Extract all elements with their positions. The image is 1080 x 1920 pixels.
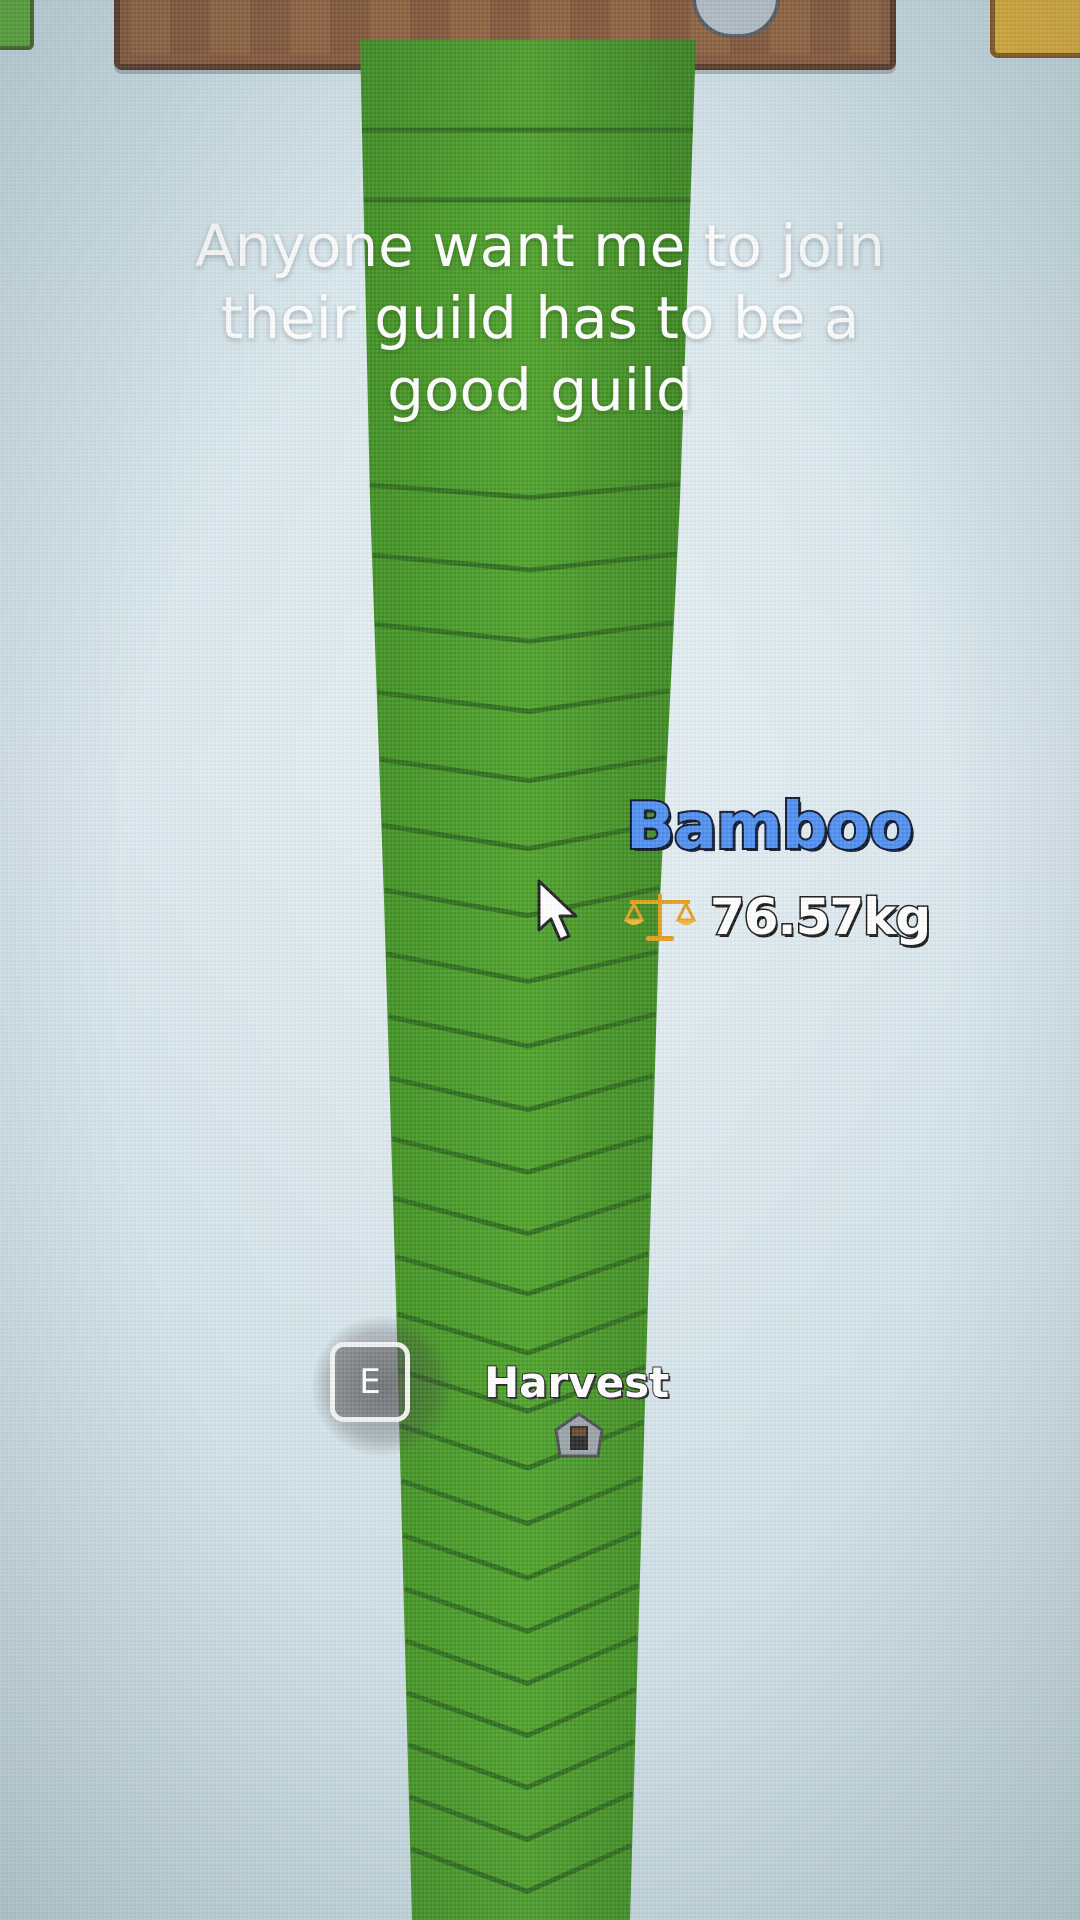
- item-label: Bamboo 76.57kg: [623, 788, 933, 948]
- weight-value: 76.57kg: [708, 887, 932, 948]
- basket-icon: [554, 1412, 604, 1458]
- key-e-button[interactable]: E: [330, 1342, 410, 1422]
- scale-icon: [623, 894, 697, 941]
- weight-row: 76.57kg: [620, 887, 933, 948]
- harvest-prompt-label[interactable]: Harvest: [483, 1357, 670, 1408]
- item-name: Bamboo: [624, 788, 915, 866]
- video-caption: Anyone want me to join their guild has t…: [195, 212, 885, 424]
- mouse-cursor-icon: [537, 879, 578, 942]
